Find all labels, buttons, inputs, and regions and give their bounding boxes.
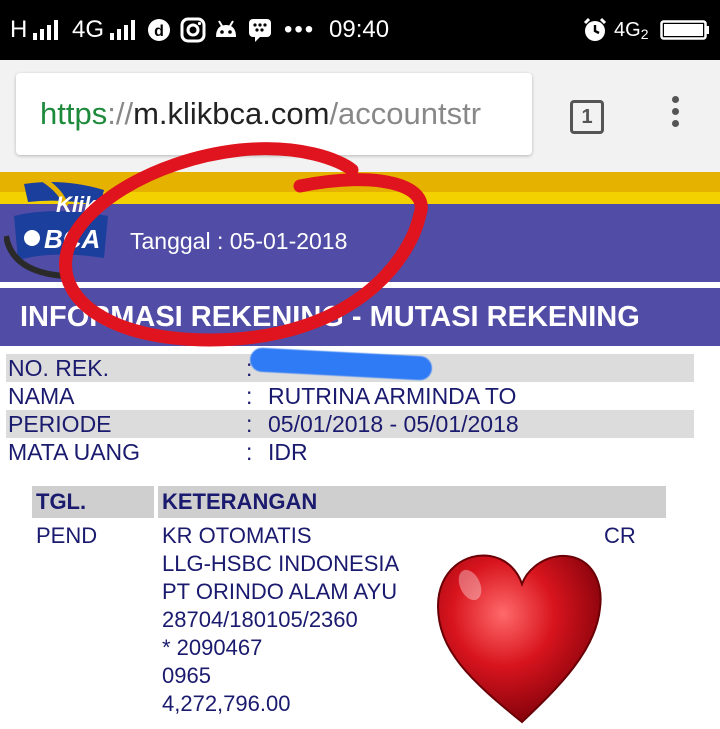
info-label: NO. REK. xyxy=(8,354,109,381)
network-4g-right: 4G 2 xyxy=(614,0,648,60)
signal-group-left: H xyxy=(10,0,59,60)
info-colon: : xyxy=(246,382,253,409)
info-label: PERIODE xyxy=(8,410,112,437)
info-label: NAMA xyxy=(8,382,75,409)
description-line: * 2090467 xyxy=(162,635,263,660)
cell-type xyxy=(602,522,666,720)
status-bar: H 4G d ••• 09:40 4G 2 xyxy=(0,0,720,60)
description-line: 4,272,796.00 xyxy=(162,691,291,716)
logo-bca-text: BCA xyxy=(44,224,100,254)
info-row-currency: MATA UANG : IDR xyxy=(6,438,694,466)
url-path: /accountstr xyxy=(329,96,482,131)
description-line: PT ORINDO ALAM AYU xyxy=(162,579,398,604)
description-line: 28704/180105/2360 xyxy=(162,607,358,632)
bbm-icon xyxy=(247,0,273,60)
url-host: m.klikbca.com xyxy=(133,96,330,131)
address-bar[interactable]: https://m.klikbca.com/accountstr xyxy=(16,73,532,155)
info-value: 05/01/2018 - 05/01/2018 xyxy=(268,410,519,437)
url-separator: :// xyxy=(107,96,134,131)
alarm-icon xyxy=(582,0,608,60)
info-value: RUTRINA ARMINDA TO xyxy=(268,382,517,409)
column-header-description: KETERANGAN xyxy=(158,486,666,518)
info-value: IDR xyxy=(268,438,308,465)
column-header-date: TGL. xyxy=(32,486,154,518)
tab-switcher-button[interactable]: 1 xyxy=(570,100,604,134)
network-h-label: H xyxy=(10,16,28,43)
info-label: MATA UANG xyxy=(8,438,141,465)
svg-text:d: d xyxy=(154,23,164,40)
logo-klik-text: Klik xyxy=(56,192,98,217)
signal-group-4g: 4G xyxy=(72,0,136,60)
transaction-type: CR xyxy=(604,523,636,548)
overflow-menu-button[interactable] xyxy=(660,96,690,136)
info-colon: : xyxy=(246,438,253,465)
page-title: INFORMASI REKENING - MUTASI REKENING xyxy=(0,288,720,346)
info-row-period: PERIODE : 05/01/2018 - 05/01/2018 xyxy=(6,410,694,438)
description-line: 0965 xyxy=(162,663,211,688)
transaction-description: KR OTOMATIS LLG-HSBC INDONESIA PT ORINDO… xyxy=(162,522,399,718)
battery-icon xyxy=(660,0,710,60)
network-4g-label: 4G xyxy=(72,16,105,43)
signal-icon xyxy=(33,20,59,40)
more-notifications-icon: ••• xyxy=(284,16,316,43)
clock-time: 09:40 xyxy=(329,16,390,43)
signal-icon-2 xyxy=(110,20,136,40)
network-sim-label: 2 xyxy=(640,26,649,42)
description-line: KR OTOMATIS xyxy=(162,523,312,548)
description-line: LLG-HSBC INDONESIA xyxy=(162,551,400,576)
date-label: Tanggal : 05-01-2018 xyxy=(130,228,348,254)
android-icon xyxy=(213,0,239,60)
browser-toolbar: https://m.klikbca.com/accountstr 1 xyxy=(0,60,720,172)
dana-icon: d xyxy=(146,0,172,60)
instagram-icon xyxy=(180,0,206,60)
transaction-date: PEND xyxy=(36,523,98,548)
info-colon: : xyxy=(246,410,253,437)
url-scheme: https xyxy=(40,96,108,131)
heart-icon xyxy=(436,554,602,724)
info-row-name: NAMA : RUTRINA ARMINDA TO xyxy=(6,382,694,410)
klikbca-logo: Klik BCA xyxy=(3,176,114,280)
network-4g-right-label: 4G xyxy=(614,18,641,41)
